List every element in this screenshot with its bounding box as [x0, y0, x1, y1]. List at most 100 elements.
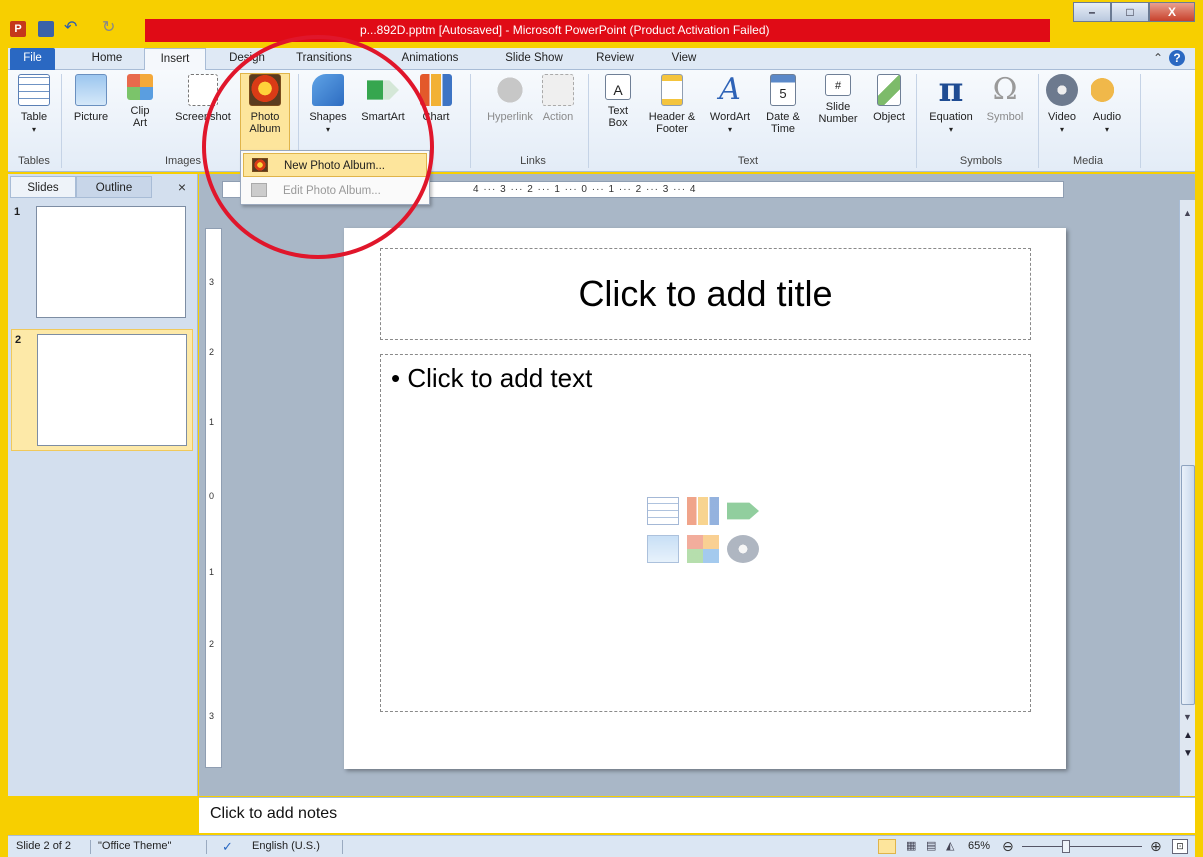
tab-animations[interactable]: Animations	[390, 48, 470, 70]
clip-art-button[interactable]: Clip Art	[120, 74, 160, 129]
content-placeholder[interactable]: • Click to add text	[380, 354, 1031, 712]
date-time-button[interactable]: 5 Date & Time	[760, 74, 806, 135]
group-separator	[61, 74, 62, 168]
maximize-button[interactable]: □	[1111, 2, 1149, 22]
redo-icon[interactable]: ↻	[102, 20, 118, 37]
vertical-ruler-tick-label: 3	[209, 277, 215, 287]
scroll-up-icon[interactable]: ▲	[1183, 208, 1192, 218]
tab-review[interactable]: Review	[590, 48, 640, 70]
zoom-out-icon[interactable]: ⊖	[1002, 836, 1014, 857]
ribbon: Table ▾ Picture Clip Art Screenshot Photo…	[8, 70, 1195, 172]
video-button[interactable]: Video ▾	[1042, 74, 1082, 136]
content-placeholder-text: • Click to add text	[391, 363, 593, 393]
zoom-level[interactable]: 65%	[968, 836, 990, 857]
wordart-button[interactable]: A WordArt ▾	[704, 74, 756, 136]
slide-show-icon[interactable]: ◭	[946, 836, 954, 857]
title-bar: P ↶ ↻ p...892D.pptm [Autosaved] - Micros…	[0, 0, 1203, 42]
slide-number: 1	[14, 206, 21, 218]
close-pane-icon[interactable]: ×	[172, 176, 192, 198]
slide-number-button[interactable]: # Slide Number	[812, 74, 864, 125]
ribbon-tabs: File Home Insert Design Transitions Anim…	[8, 48, 1195, 71]
vertical-ruler-tick-label: 1	[209, 567, 215, 577]
picture-button[interactable]: Picture	[68, 74, 114, 123]
tab-outline[interactable]: Outline	[76, 176, 152, 198]
next-slide-icon[interactable]: ▼	[1183, 748, 1193, 759]
slide-thumbnail-2[interactable]: 2	[11, 329, 193, 451]
audio-button[interactable]: Audio ▾	[1086, 74, 1128, 136]
text-box-icon: A	[605, 74, 631, 100]
slide-count: Slide 2 of 2	[16, 840, 72, 852]
status-bar: Slide 2 of 2 "Office Theme" ✓ English (U…	[8, 835, 1195, 857]
tab-home[interactable]: Home	[82, 48, 132, 70]
slides-pane: Slides Outline × 1 2	[8, 174, 198, 796]
tab-view[interactable]: View	[662, 48, 706, 70]
zoom-slider-thumb[interactable]	[1062, 840, 1070, 853]
save-icon[interactable]	[38, 21, 54, 37]
close-button[interactable]: X	[1149, 2, 1195, 22]
insert-table-icon[interactable]	[647, 497, 679, 525]
tab-insert[interactable]: Insert	[144, 48, 206, 71]
group-separator	[916, 74, 917, 168]
slide-number-label: Slide Number	[818, 101, 858, 125]
action-button[interactable]: Action	[536, 74, 580, 123]
slide-thumbnail-1[interactable]: 1	[11, 202, 193, 324]
vertical-ruler-tick-label: 1	[209, 417, 215, 427]
tab-slide-show[interactable]: Slide Show	[494, 48, 574, 70]
tab-file[interactable]: File	[10, 48, 55, 70]
table-button[interactable]: Table ▾	[12, 74, 56, 136]
vertical-ruler-tick-label: 0	[209, 491, 215, 501]
normal-view-icon[interactable]	[878, 839, 896, 854]
tab-slides[interactable]: Slides	[10, 176, 76, 198]
zoom-in-icon[interactable]: ⊕	[1150, 836, 1162, 857]
hyperlink-label: Hyperlink	[487, 111, 533, 123]
spell-check-icon[interactable]: ✓	[222, 836, 233, 857]
insert-smartart-icon[interactable]	[727, 502, 759, 520]
reading-view-icon[interactable]: ▤	[926, 836, 936, 857]
text-box-button[interactable]: A Text Box	[598, 74, 638, 129]
hyperlink-button[interactable]: Hyperlink	[478, 74, 542, 123]
slide-thumbnail-preview	[37, 334, 187, 446]
slide-sorter-icon[interactable]: ▦	[906, 836, 916, 857]
undo-icon[interactable]: ↶	[64, 20, 80, 37]
window-title: p...892D.pptm [Autosaved] - Microsoft Po…	[360, 23, 770, 37]
language[interactable]: English (U.S.)	[252, 836, 320, 857]
equation-label: Equation	[929, 111, 973, 123]
header-footer-label: Header & Footer	[648, 111, 696, 135]
date-time-label: Date & Time	[766, 111, 800, 135]
notes-pane[interactable]: Click to add notes	[199, 797, 1195, 833]
slide-canvas[interactable]: Click to add title • Click to add text	[344, 228, 1066, 769]
insert-picture-icon[interactable]	[647, 535, 679, 563]
video-icon	[1046, 74, 1078, 106]
previous-slide-icon[interactable]: ▲	[1183, 730, 1193, 741]
symbol-button[interactable]: Ω Symbol	[980, 74, 1030, 124]
insert-clip-art-icon[interactable]	[687, 535, 719, 563]
slide-thumbnail-preview	[36, 206, 186, 318]
slide-number: 2	[15, 334, 22, 346]
picture-icon	[75, 74, 107, 106]
powerpoint-logo-icon: P	[10, 21, 26, 37]
zoom-slider-track[interactable]	[1022, 846, 1142, 847]
status-separator	[90, 840, 91, 854]
header-footer-button[interactable]: Header & Footer	[644, 74, 700, 135]
insert-chart-icon[interactable]	[687, 497, 719, 525]
minimize-button[interactable]: –	[1073, 2, 1111, 22]
minimize-ribbon-icon[interactable]: ⌃	[1153, 51, 1163, 65]
group-separator	[588, 74, 589, 168]
scroll-thumb[interactable]	[1181, 465, 1195, 705]
speaker-icon	[1091, 74, 1123, 106]
group-label-symbols: Symbols	[959, 155, 1003, 167]
symbol-label: Symbol	[986, 111, 1024, 123]
group-separator	[1038, 74, 1039, 168]
group-label-media: Media	[1073, 155, 1103, 167]
insert-media-icon[interactable]	[727, 535, 759, 563]
help-area: ⌃ ?	[1153, 50, 1185, 66]
scroll-down-icon[interactable]: ▼	[1183, 712, 1192, 722]
fit-to-window-icon[interactable]: ⊡	[1172, 839, 1188, 854]
help-icon[interactable]: ?	[1169, 50, 1185, 66]
object-button[interactable]: Object	[868, 74, 910, 123]
title-placeholder[interactable]: Click to add title	[380, 248, 1031, 340]
vertical-scrollbar[interactable]: ▲ ▼ ▲ ▼	[1179, 200, 1195, 796]
powerpoint-window: P ↶ ↻ p...892D.pptm [Autosaved] - Micros…	[0, 0, 1203, 857]
theme-name[interactable]: "Office Theme"	[98, 836, 171, 857]
equation-button[interactable]: π Equation ▾	[920, 73, 982, 136]
